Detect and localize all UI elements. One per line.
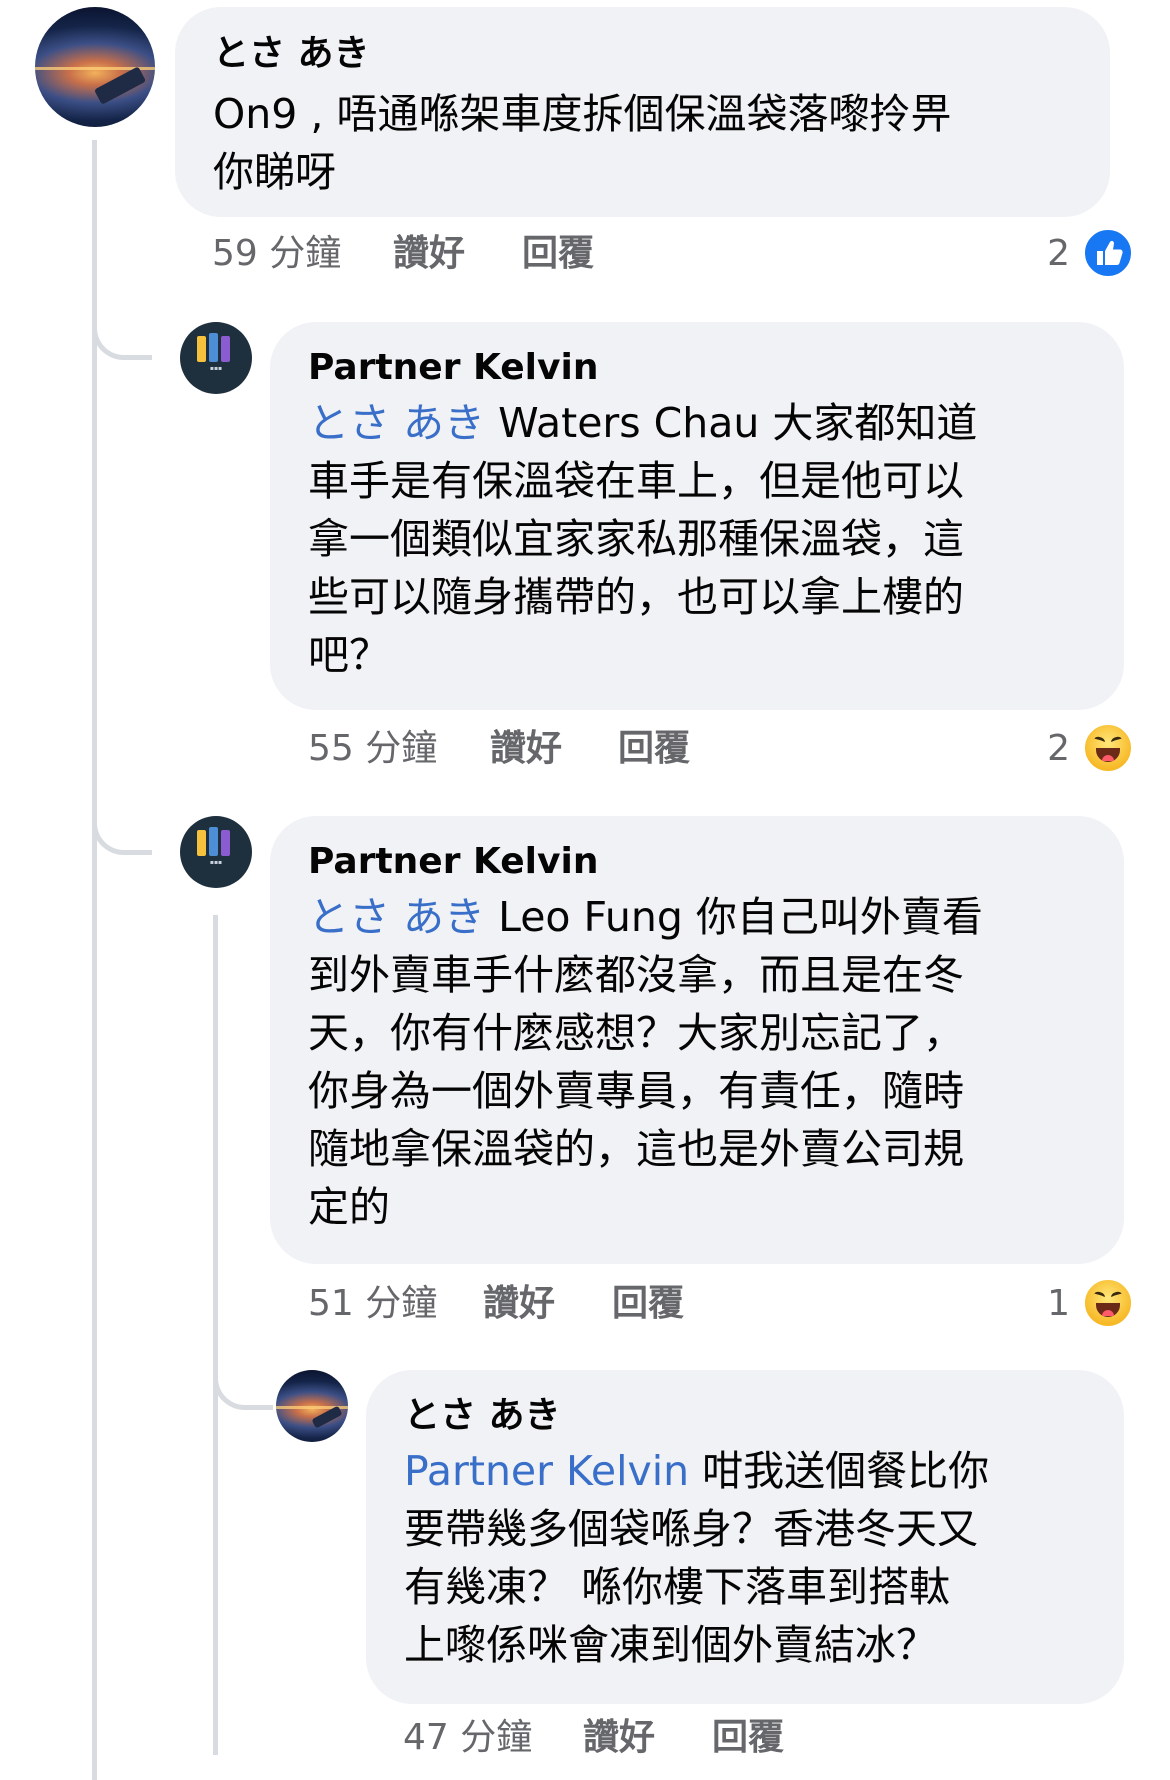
mention-link[interactable]: Partner Kelvin: [404, 1447, 689, 1495]
thread-line-nested: [213, 915, 218, 1755]
comment-author[interactable]: Partner Kelvin: [308, 346, 598, 390]
haha-icon[interactable]: [1082, 1277, 1134, 1329]
avatar[interactable]: ▪▪▪: [180, 322, 252, 394]
reply-button[interactable]: 回覆: [712, 1716, 784, 1760]
avatar[interactable]: [276, 1370, 348, 1442]
like-button[interactable]: 讚好: [483, 1282, 555, 1326]
comment-author[interactable]: とさ あき: [213, 32, 370, 76]
reaction-count[interactable]: 2: [1030, 232, 1070, 276]
haha-icon[interactable]: [1082, 722, 1134, 774]
comment-text-line: 上嚟係咪會凍到個外賣結冰？: [404, 1621, 937, 1669]
reaction-count[interactable]: 2: [1030, 727, 1070, 771]
comment-text-line: Partner Kelvin 咁我送個餐比你: [404, 1447, 990, 1495]
comment-author[interactable]: とさ あき: [404, 1394, 561, 1438]
comment-text-line: 到外賣車手什麼都沒拿，而且是在冬: [308, 951, 964, 999]
comment-text-line: 要帶幾多個袋喺身？香港冬天又: [404, 1505, 978, 1553]
comment-timestamp[interactable]: 55 分鐘: [308, 727, 437, 771]
comment-bubble: Partner Kelvin とさ あき Leo Fung 你自己叫外賣看 到外…: [270, 816, 1124, 1264]
comment-text-line: 你身為一個外賣專員，有責任，隨時: [308, 1067, 964, 1115]
comment-text-line: とさ あき Leo Fung 你自己叫外賣看: [308, 893, 983, 941]
comment-timestamp[interactable]: 59 分鐘: [212, 232, 341, 276]
comment-text-line: 車手是有保溫袋在車上，但是他可以: [308, 457, 964, 505]
comment-text-line: とさ あき Waters Chau 大家都知道: [308, 399, 978, 447]
avatar[interactable]: ▪▪▪: [180, 816, 252, 888]
comment-text-line: On9 , 唔通喺架車度拆個保溫袋落嚟拎畀: [213, 90, 952, 138]
comment-text-line: 有幾凍？ 喺你樓下落車到搭軚: [404, 1563, 951, 1611]
reply-button[interactable]: 回覆: [522, 232, 594, 276]
comment-text-line: 你睇呀: [213, 148, 336, 196]
comment-bubble: とさ あき Partner Kelvin 咁我送個餐比你 要帶幾多個袋喺身？香港…: [366, 1370, 1124, 1704]
comment-bubble: Partner Kelvin とさ あき Waters Chau 大家都知道 車…: [270, 322, 1124, 710]
like-button[interactable]: 讚好: [490, 727, 562, 771]
comment-text-line: 隨地拿保溫袋的，這也是外賣公司規: [308, 1125, 964, 1173]
comment-text-line: 吧？: [308, 631, 390, 679]
thread-connector: [92, 270, 152, 360]
comment-author[interactable]: Partner Kelvin: [308, 840, 598, 884]
mention-link[interactable]: とさ あき: [308, 399, 485, 447]
reply-button[interactable]: 回覆: [618, 727, 690, 771]
avatar[interactable]: [35, 7, 155, 127]
comment-text-line: 天，你有什麼感想？大家別忘記了，: [308, 1009, 964, 1057]
like-icon[interactable]: [1082, 227, 1134, 279]
comment-bubble: とさ あき On9 , 唔通喺架車度拆個保溫袋落嚟拎畀 你睇呀: [175, 7, 1110, 217]
thread-connector: [92, 760, 152, 855]
thread-connector: [213, 1350, 273, 1410]
comment-timestamp[interactable]: 51 分鐘: [308, 1282, 437, 1326]
comment-timestamp[interactable]: 47 分鐘: [403, 1716, 532, 1760]
mention-link[interactable]: とさ あき: [308, 893, 485, 941]
like-button[interactable]: 讚好: [583, 1716, 655, 1760]
reaction-count[interactable]: 1: [1030, 1282, 1070, 1326]
thread-line-main: [92, 140, 97, 1780]
comment-text-line: 拿一個類似宜家家私那種保溫袋，這: [308, 515, 964, 563]
comment-text-line: 定的: [308, 1183, 390, 1231]
comment-text-line: 些可以隨身攜帶的，也可以拿上樓的: [308, 573, 964, 621]
reply-button[interactable]: 回覆: [612, 1282, 684, 1326]
like-button[interactable]: 讚好: [393, 232, 465, 276]
